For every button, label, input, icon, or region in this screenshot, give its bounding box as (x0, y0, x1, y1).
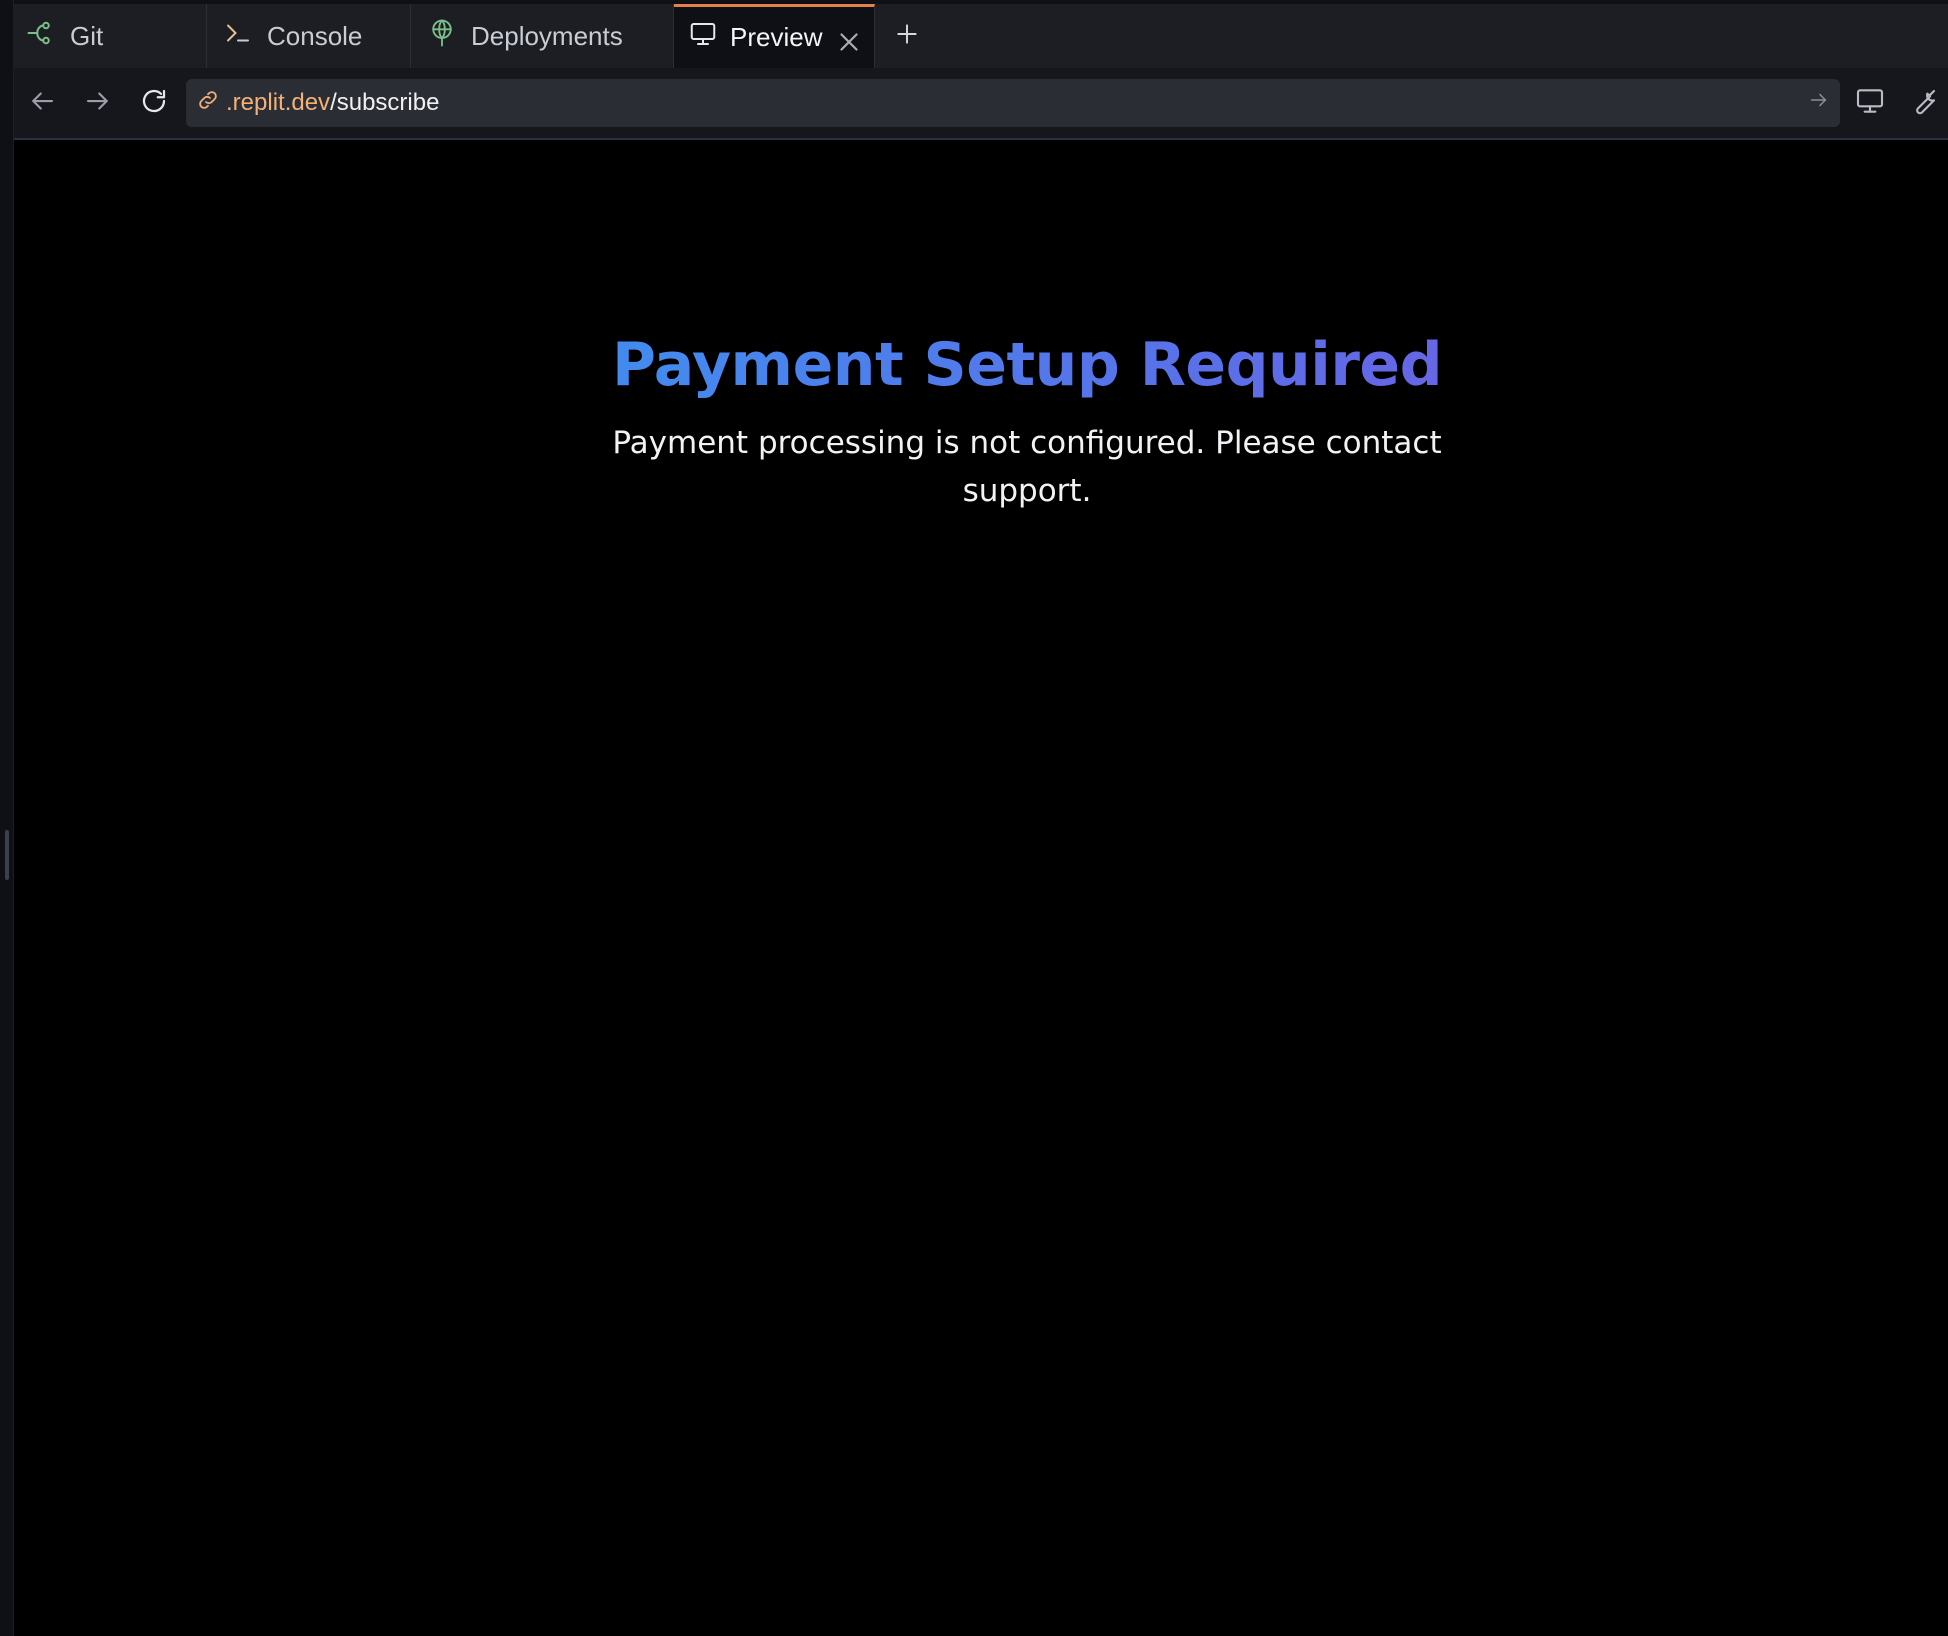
deployments-icon (427, 18, 457, 55)
url-host: .replit.dev (226, 89, 331, 116)
url-path: /subscribe (330, 89, 440, 116)
pane-resize-handle[interactable] (5, 830, 9, 880)
tab-label: Git (70, 20, 104, 51)
app-window: Git Console Deployments Preview .replit.… (0, 0, 1948, 1636)
monitor-icon (688, 19, 718, 56)
page-title: Payment Setup Required (527, 330, 1527, 400)
terminal-icon (223, 18, 253, 55)
forward-button[interactable] (70, 75, 126, 131)
devtools-button[interactable] (1904, 83, 1944, 123)
link-icon (196, 88, 220, 119)
preview-toolbar: .replit.dev/subscribe (14, 68, 1948, 140)
tab-label: Preview (730, 22, 823, 52)
arrow-right-icon (83, 86, 113, 121)
tab-git[interactable]: Git (14, 4, 207, 68)
tab-label: Console (267, 20, 363, 51)
close-tab-icon[interactable] (834, 27, 859, 51)
preview-content: Payment Setup Required Payment processin… (14, 140, 1948, 1636)
tab-deployments[interactable]: Deployments (411, 4, 674, 68)
toolbar-actions (1850, 83, 1944, 123)
arrow-left-icon (27, 86, 57, 121)
monitor-icon (1854, 85, 1886, 122)
tab-console[interactable]: Console (207, 4, 411, 68)
tab-preview[interactable]: Preview (674, 4, 875, 68)
tab-bar: Git Console Deployments Preview (14, 0, 1948, 68)
url-bar[interactable]: .replit.dev/subscribe (186, 79, 1840, 127)
status-message: Payment processing is not configured. Pl… (612, 425, 1442, 509)
new-tab-button[interactable] (875, 4, 939, 68)
git-branch-icon (26, 18, 56, 55)
left-gutter (0, 0, 14, 1636)
device-preview-button[interactable] (1850, 83, 1890, 123)
back-button[interactable] (14, 75, 70, 131)
reload-button[interactable] (126, 75, 182, 131)
go-arrow-icon[interactable] (1808, 89, 1830, 118)
wrench-icon (1908, 85, 1940, 122)
tab-label: Deployments (471, 20, 623, 51)
refresh-icon (139, 86, 169, 121)
plus-icon (894, 21, 920, 52)
